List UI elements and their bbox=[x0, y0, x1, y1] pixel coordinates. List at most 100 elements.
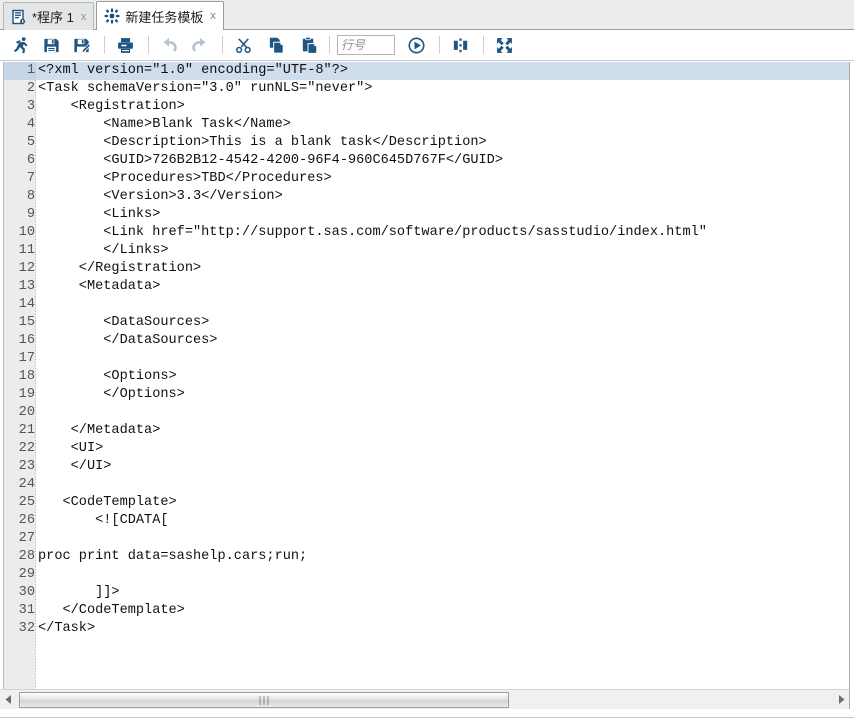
code-line[interactable]: 6 <GUID>726B2B12-4542-4200-96F4-960C645D… bbox=[0, 152, 849, 170]
code-line[interactable]: 32 </Task> bbox=[0, 620, 849, 638]
line-number bbox=[0, 674, 36, 689]
line-number-input[interactable] bbox=[341, 38, 391, 52]
code-line-text[interactable] bbox=[36, 350, 849, 368]
code-line-text[interactable]: <![CDATA[ bbox=[36, 512, 849, 530]
code-line-text[interactable]: <Link href="http://support.sas.com/softw… bbox=[36, 224, 849, 242]
code-line[interactable]: 9 <Links> bbox=[0, 206, 849, 224]
code-line[interactable]: 28 proc print data=sashelp.cars;run; bbox=[0, 548, 849, 566]
code-line[interactable]: 16 </DataSources> bbox=[0, 332, 849, 350]
tab-program-1[interactable]: *程序 1 x bbox=[3, 2, 95, 30]
code-line[interactable]: 1 <?xml version="1.0" encoding="UTF-8"?> bbox=[0, 62, 849, 80]
save-as-button[interactable] bbox=[68, 33, 94, 57]
code-editor[interactable]: 1 <?xml version="1.0" encoding="UTF-8"?> 2… bbox=[0, 62, 850, 689]
code-line-text[interactable] bbox=[36, 566, 849, 584]
code-line-text[interactable] bbox=[36, 638, 849, 656]
horizontal-scrollbar[interactable] bbox=[0, 689, 850, 709]
scroll-left-arrow-icon[interactable] bbox=[0, 690, 17, 709]
code-line[interactable]: 11 </Links> bbox=[0, 242, 849, 260]
code-line-text[interactable] bbox=[36, 404, 849, 422]
undo-button[interactable] bbox=[156, 33, 182, 57]
code-line[interactable]: 3 <Registration> bbox=[0, 98, 849, 116]
code-line[interactable]: 22 <UI> bbox=[0, 440, 849, 458]
code-line[interactable]: 4 <Name>Blank Task</Name> bbox=[0, 116, 849, 134]
paste-button[interactable] bbox=[296, 33, 322, 57]
code-line-text[interactable]: ]]> bbox=[36, 584, 849, 602]
scrollbar-thumb[interactable] bbox=[19, 691, 509, 708]
code-line-text[interactable]: <Version>3.3</Version> bbox=[36, 188, 849, 206]
scrollbar-track[interactable] bbox=[17, 690, 832, 709]
cut-button[interactable] bbox=[230, 33, 256, 57]
code-line-text[interactable]: </Links> bbox=[36, 242, 849, 260]
code-line-text[interactable]: </DataSources> bbox=[36, 332, 849, 350]
code-line-text[interactable] bbox=[36, 656, 849, 674]
code-line[interactable]: 5 <Description>This is a blank task</Des… bbox=[0, 134, 849, 152]
code-line-text[interactable]: <Name>Blank Task</Name> bbox=[36, 116, 849, 134]
print-button[interactable] bbox=[112, 33, 138, 57]
code-line[interactable]: 19 </Options> bbox=[0, 386, 849, 404]
code-line[interactable]: 2 <Task schemaVersion="3.0" runNLS="never… bbox=[0, 80, 849, 98]
compare-button[interactable] bbox=[447, 33, 473, 57]
code-line-text[interactable]: </Options> bbox=[36, 386, 849, 404]
code-line[interactable]: 21 </Metadata> bbox=[0, 422, 849, 440]
code-line-text[interactable]: <Options> bbox=[36, 368, 849, 386]
code-line[interactable]: 7 <Procedures>TBD</Procedures> bbox=[0, 170, 849, 188]
code-line[interactable]: 8 <Version>3.3</Version> bbox=[0, 188, 849, 206]
code-line-text[interactable] bbox=[36, 476, 849, 494]
code-line[interactable]: 13 <Metadata> bbox=[0, 278, 849, 296]
code-line[interactable]: 30 ]]> bbox=[0, 584, 849, 602]
code-line-text[interactable]: </Metadata> bbox=[36, 422, 849, 440]
code-line-text[interactable]: </Task> bbox=[36, 620, 849, 638]
code-line[interactable]: 27 bbox=[0, 530, 849, 548]
code-line[interactable] bbox=[0, 656, 849, 674]
maximize-button[interactable] bbox=[491, 33, 517, 57]
redo-button[interactable] bbox=[186, 33, 212, 57]
code-line[interactable]: 12 </Registration> bbox=[0, 260, 849, 278]
line-number: 20 bbox=[0, 404, 36, 422]
code-line-text[interactable]: proc print data=sashelp.cars;run; bbox=[36, 548, 849, 566]
copy-button[interactable] bbox=[263, 33, 289, 57]
code-line[interactable]: 20 bbox=[0, 404, 849, 422]
code-line-text[interactable]: <UI> bbox=[36, 440, 849, 458]
line-number: 24 bbox=[0, 476, 36, 494]
tab-close-icon[interactable]: x bbox=[81, 11, 87, 23]
code-line-text[interactable]: <?xml version="1.0" encoding="UTF-8"?> bbox=[36, 62, 849, 80]
code-line-text[interactable] bbox=[36, 674, 849, 689]
code-line-text[interactable] bbox=[36, 296, 849, 314]
code-line[interactable]: 10 <Link href="http://support.sas.com/so… bbox=[0, 224, 849, 242]
line-number-input-wrapper[interactable] bbox=[337, 35, 395, 55]
run-button[interactable] bbox=[8, 33, 34, 57]
code-line-text[interactable]: <DataSources> bbox=[36, 314, 849, 332]
code-line[interactable]: 25 <CodeTemplate> bbox=[0, 494, 849, 512]
code-line-text[interactable]: <Links> bbox=[36, 206, 849, 224]
code-line[interactable]: 26 <![CDATA[ bbox=[0, 512, 849, 530]
scroll-right-arrow-icon[interactable] bbox=[832, 690, 849, 709]
toolbar-separator bbox=[439, 36, 440, 54]
goto-line-button[interactable] bbox=[403, 33, 429, 57]
code-line-text[interactable]: </UI> bbox=[36, 458, 849, 476]
code-line[interactable]: 14 bbox=[0, 296, 849, 314]
code-line-text[interactable]: </Registration> bbox=[36, 260, 849, 278]
code-line[interactable]: 18 <Options> bbox=[0, 368, 849, 386]
code-line[interactable] bbox=[0, 674, 849, 689]
code-line-text[interactable]: <Task schemaVersion="3.0" runNLS="never"… bbox=[36, 80, 849, 98]
code-line[interactable] bbox=[0, 638, 849, 656]
code-line[interactable]: 17 bbox=[0, 350, 849, 368]
code-line[interactable]: 23 </UI> bbox=[0, 458, 849, 476]
code-line-text[interactable]: <CodeTemplate> bbox=[36, 494, 849, 512]
code-line[interactable]: 31 </CodeTemplate> bbox=[0, 602, 849, 620]
tab-new-task-template[interactable]: 新建任务模板 x bbox=[96, 1, 224, 30]
code-line-text[interactable]: <Metadata> bbox=[36, 278, 849, 296]
code-line-text[interactable]: <Procedures>TBD</Procedures> bbox=[36, 170, 849, 188]
program-document-icon bbox=[11, 9, 27, 25]
code-line[interactable]: 29 bbox=[0, 566, 849, 584]
code-line-text[interactable]: <Description>This is a blank task</Descr… bbox=[36, 134, 849, 152]
code-line-text[interactable]: </CodeTemplate> bbox=[36, 602, 849, 620]
code-line-text[interactable] bbox=[36, 530, 849, 548]
code-line-text[interactable]: <GUID>726B2B12-4542-4200-96F4-960C645D76… bbox=[36, 152, 849, 170]
code-line[interactable]: 15 <DataSources> bbox=[0, 314, 849, 332]
tab-close-icon[interactable]: x bbox=[210, 10, 216, 22]
save-button[interactable] bbox=[38, 33, 64, 57]
line-number: 14 bbox=[0, 296, 36, 314]
code-line[interactable]: 24 bbox=[0, 476, 849, 494]
code-line-text[interactable]: <Registration> bbox=[36, 98, 849, 116]
